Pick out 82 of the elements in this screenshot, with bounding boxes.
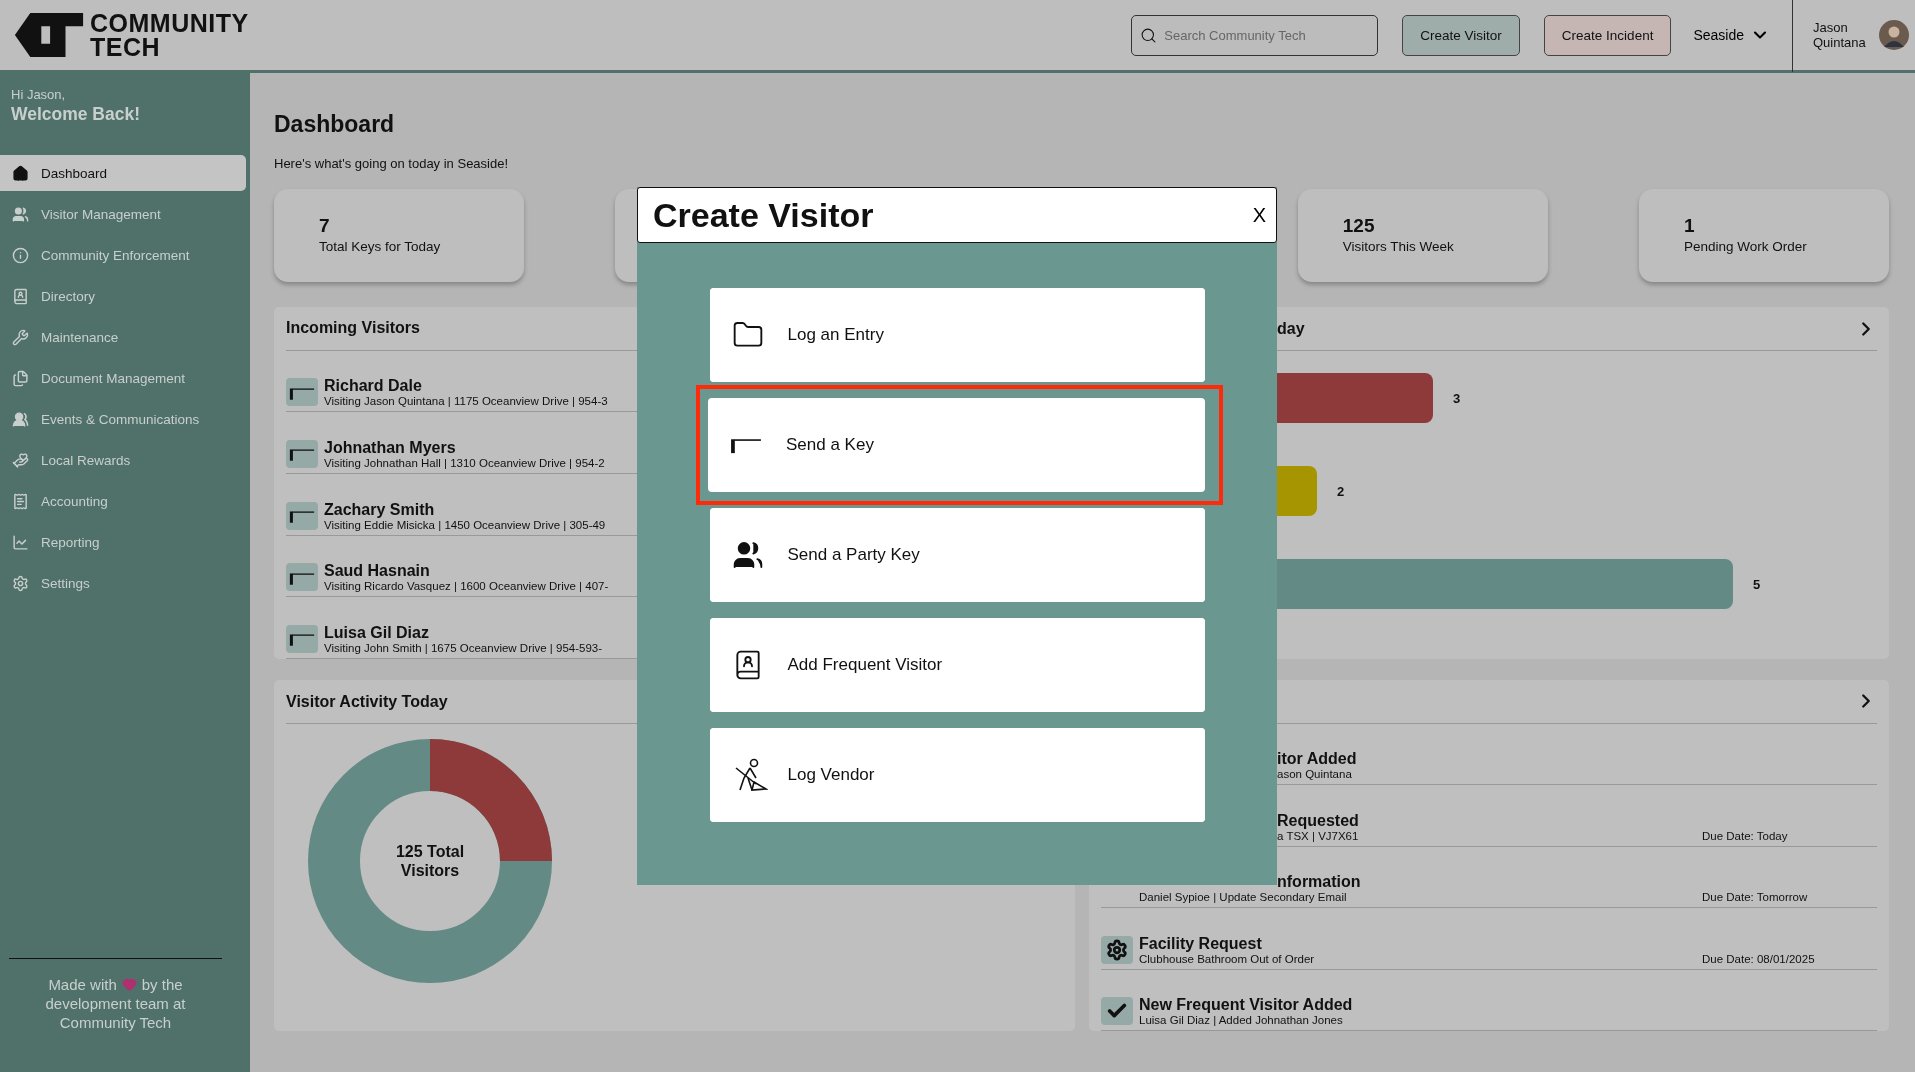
visitor-detail: Visiting Johnathan Hall | 1310 Oceanview Drive | 954-2 (324, 457, 605, 470)
header-button[interactable]: Create Incident (1543, 14, 1672, 56)
stat-value: 7 (319, 215, 331, 237)
contact-book-icon (12, 287, 29, 305)
task-detail: a TSX | VJ7X61 (1277, 829, 1359, 842)
footer-text: Made with (48, 975, 117, 994)
donut-label: 125 Total Visitors (394, 842, 466, 880)
stat-label: Visitors This Week (1342, 239, 1455, 254)
nav-item[interactable]: Directory (0, 278, 246, 314)
community-dropdown[interactable]: Seaside (1693, 25, 1770, 45)
hand-icon (12, 451, 29, 469)
ledger-icon (12, 492, 29, 510)
footer-text: development team at Community Tech (44, 994, 187, 1032)
avatar-icon (1879, 20, 1909, 50)
close-button[interactable]: X (1252, 203, 1266, 227)
visitor-detail: Visiting Eddie Misicka | 1450 Oceanview Drive | 305-49 (324, 518, 606, 531)
user-name: Jason Quintana (1813, 20, 1867, 50)
logo-text: COMMUNITY TECH (90, 11, 250, 59)
task-title: New Frequent Visitor Added (1139, 996, 1353, 1015)
welcome-text: Welcome Back! (10, 103, 142, 125)
search-field[interactable]: Search Community Tech (1131, 14, 1379, 56)
visitor-name: Richard Dale (324, 377, 423, 396)
visitor-detail: Visiting John Smith | 1675 Oceanview Drive | 954-593- (324, 642, 603, 654)
nav-item[interactable]: Dashboard (0, 155, 246, 191)
user-menu[interactable]: Jason Quintana (1792, 0, 1915, 72)
visitor-detail: Visiting Jason Quintana | 1175 Oceanview Drive | 954-3 (324, 395, 608, 408)
nav-item[interactable]: Accounting (0, 483, 246, 519)
due-date: Due Date: Tomorrow (1702, 891, 1809, 904)
nav-item[interactable]: Visitor Management (0, 196, 246, 232)
dialog-option[interactable]: Log Vendor (709, 728, 1205, 822)
bar-value: 3 (1453, 390, 1461, 406)
stat-label: Pending Work Order (1684, 239, 1808, 254)
home-icon (12, 164, 29, 182)
dialog-option[interactable]: Add Frequent Visitor (709, 618, 1205, 712)
panel-title: Incoming Visitors (286, 319, 420, 338)
task-title: Requested (1277, 811, 1359, 830)
visitor-detail: Visiting Ricardo Vasquez | 1600 Oceanview Drive | 407- (324, 580, 609, 593)
task-detail: Clubhouse Bathroom Out of Order (1139, 952, 1315, 965)
task-detail: ason Quintana (1277, 768, 1353, 781)
group-icon (12, 410, 29, 428)
page-subtitle: Here's what's going on today in Seaside! (274, 156, 510, 171)
settings-icon (12, 574, 29, 592)
stat-value: 125 (1342, 215, 1376, 237)
visitor-name: Zachary Smith (324, 500, 436, 519)
nav-item[interactable]: Local Rewards (0, 442, 246, 478)
task-title: Facility Request (1139, 934, 1263, 953)
dialog-title: Create Visitor (653, 195, 874, 235)
visitor-name: Luisa Gil Diaz (324, 624, 430, 642)
nav-item[interactable]: Maintenance (0, 319, 246, 355)
dialog-option[interactable]: Send a Key (696, 385, 1223, 505)
info-icon (12, 246, 29, 264)
bar-value: 2 (1337, 483, 1345, 499)
line-chart-icon (12, 533, 29, 551)
dialog-option[interactable]: Send a Party Key (709, 508, 1205, 602)
wrench-icon (12, 328, 29, 346)
stat-label: Total Keys for Today (319, 239, 442, 254)
task-title: itor Added (1277, 750, 1357, 769)
panel-title: day (1277, 319, 1305, 338)
task-detail: Luisa Gil Diaz | Added Johnathan Jones (1139, 1014, 1344, 1027)
barrier-icon (289, 446, 315, 462)
footer-text: by the (141, 975, 183, 994)
dialog-option[interactable]: Log an Entry (709, 288, 1205, 382)
bar-value: 5 (1753, 576, 1761, 592)
task-title: nformation (1277, 873, 1361, 892)
page-title: Dashboard (274, 111, 396, 138)
stat-value: 1 (1684, 215, 1696, 237)
due-date: Due Date: 08/01/2025 (1702, 952, 1816, 965)
documents-icon (12, 369, 29, 387)
users-icon (12, 205, 29, 223)
group-icon (731, 539, 764, 571)
visitor-name: Saud Hasnain (324, 562, 431, 581)
heart-icon (121, 977, 137, 992)
panel-title: Visitor Activity Today (286, 692, 448, 711)
settings-icon (1106, 938, 1128, 961)
nav-item[interactable]: Community Enforcement (0, 237, 246, 273)
task-detail: Daniel Sypioe | Update Secondary Email (1139, 891, 1348, 904)
visitor-name: Johnathan Myers (324, 439, 457, 458)
greeting: Hi Jason, (10, 86, 67, 102)
header-button[interactable]: Create Visitor (1402, 14, 1520, 56)
barrier-icon (289, 631, 315, 647)
due-date: Due Date: Today (1702, 829, 1789, 842)
search-icon (1140, 26, 1158, 44)
